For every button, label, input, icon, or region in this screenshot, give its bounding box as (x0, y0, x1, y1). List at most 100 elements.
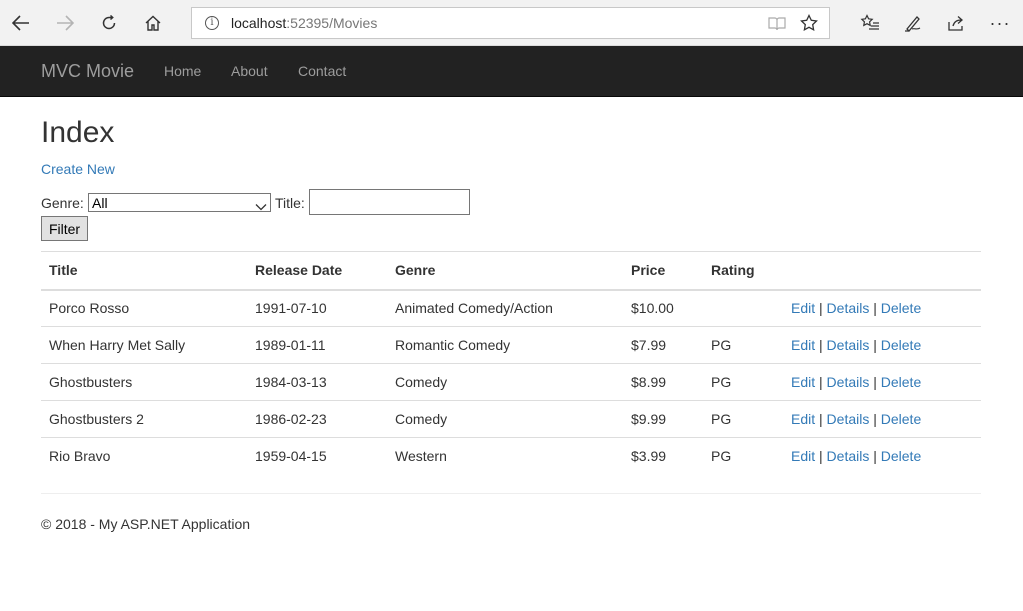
cell-genre: Animated Comedy/Action (387, 289, 623, 327)
cell-actions: Edit | Details | Delete (783, 400, 981, 438)
cell-actions: Edit | Details | Delete (783, 438, 981, 475)
separator: | (819, 374, 823, 390)
details-link[interactable]: Details (827, 374, 870, 390)
cell-rating (703, 289, 783, 327)
cell-actions: Edit | Details | Delete (783, 326, 981, 364)
details-link[interactable]: Details (827, 448, 870, 464)
edit-link[interactable]: Edit (791, 300, 815, 316)
details-link[interactable]: Details (827, 411, 870, 427)
cell-price: $10.00 (623, 289, 703, 327)
cell-title: Ghostbusters (41, 363, 247, 401)
delete-link[interactable]: Delete (881, 411, 921, 427)
column-header-title[interactable]: Title (41, 251, 247, 291)
column-header-genre[interactable]: Genre (387, 251, 623, 291)
delete-link[interactable]: Delete (881, 300, 921, 316)
address-host: localhost (231, 15, 287, 31)
browser-toolbar: i localhost:52395/Movies ··· (0, 0, 1023, 46)
cell-rating: PG (703, 363, 783, 401)
column-header-release-date[interactable]: Release Date (247, 251, 387, 291)
cell-actions: Edit | Details | Delete (783, 363, 981, 401)
table-row: When Harry Met Sally 1989-01-11 Romantic… (41, 326, 981, 364)
cell-genre: Comedy (387, 363, 623, 401)
chevron-down-icon (255, 198, 267, 214)
footer-divider (41, 493, 981, 494)
edit-link[interactable]: Edit (791, 448, 815, 464)
nav-link-home[interactable]: Home (164, 63, 201, 79)
cell-title: Rio Bravo (49, 448, 111, 465)
share-icon[interactable] (944, 11, 968, 35)
separator: | (873, 448, 877, 465)
cell-genre: Comedy (387, 400, 623, 438)
details-link[interactable]: Details (827, 300, 870, 316)
footer-copyright: © 2018 - My ASP.NET Application (41, 516, 251, 532)
nav-link-about[interactable]: About (231, 63, 268, 79)
page-title: Index (41, 116, 115, 149)
table-row: Ghostbusters 1984-03-13 Comedy $8.99 PG … (41, 363, 981, 401)
address-url[interactable]: localhost:52395/Movies (231, 15, 377, 32)
column-header-actions (783, 251, 981, 291)
home-icon[interactable] (139, 9, 167, 37)
cell-rating: PG (703, 400, 783, 438)
cell-price: $9.99 (623, 400, 703, 438)
cell-genre: Romantic Comedy (387, 326, 623, 364)
nav-link-contact[interactable]: Contact (298, 63, 346, 79)
delete-link[interactable]: Delete (881, 337, 921, 353)
cell-release-date: 1986-02-23 (247, 400, 387, 438)
separator: | (873, 337, 877, 353)
table-row: Ghostbusters 2 1986-02-23 Comedy $9.99 P… (41, 400, 981, 438)
address-bar[interactable]: i localhost:52395/Movies (191, 7, 830, 39)
table-header-row: Title Release Date Genre Price Rating (41, 251, 981, 291)
separator: | (873, 300, 877, 317)
cell-release-date: 1989-01-11 (247, 326, 387, 364)
cell-release-date: 1984-03-13 (247, 363, 387, 401)
cell-release-date: 1991-07-10 (247, 289, 387, 327)
brand-link[interactable]: MVC Movie (41, 61, 134, 81)
separator: | (819, 448, 823, 465)
separator: | (873, 374, 877, 390)
cell-price: $8.99 (623, 363, 703, 401)
cell-rating: PG (711, 448, 732, 465)
edit-link[interactable]: Edit (791, 411, 815, 427)
movies-table: Title Release Date Genre Price Rating Po… (41, 251, 981, 475)
genre-label: Genre: (41, 195, 84, 211)
edit-link[interactable]: Edit (791, 337, 815, 353)
cell-genre: Western (395, 448, 447, 465)
back-arrow-icon[interactable] (7, 9, 35, 37)
more-dots-icon[interactable]: ··· (988, 11, 1012, 35)
column-header-rating[interactable]: Rating (703, 251, 783, 291)
address-path: :52395/Movies (286, 15, 378, 31)
cell-title: Ghostbusters 2 (41, 400, 247, 438)
create-new-link[interactable]: Create New (41, 161, 115, 177)
cell-release-date: 1959-04-15 (255, 448, 327, 465)
pen-icon[interactable] (901, 11, 925, 35)
genre-selected-value: All (92, 195, 108, 211)
separator: | (819, 337, 823, 353)
cell-price: $3.99 (631, 448, 667, 465)
book-icon[interactable] (768, 16, 786, 34)
title-input[interactable] (309, 189, 470, 215)
separator: | (819, 411, 823, 427)
title-label: Title: (275, 195, 305, 211)
info-icon[interactable]: i (205, 16, 219, 30)
column-header-price[interactable]: Price (623, 251, 703, 291)
forward-arrow-icon[interactable] (51, 9, 79, 37)
cell-rating: PG (703, 326, 783, 364)
site-navbar: MVC Movie Home About Contact (0, 46, 1023, 97)
star-icon[interactable] (800, 13, 818, 35)
cell-title: When Harry Met Sally (41, 326, 247, 364)
table-row: Rio Bravo 1959-04-15 Western $3.99 PG Ed… (41, 438, 981, 475)
table-row: Porco Rosso 1991-07-10 Animated Comedy/A… (41, 289, 981, 327)
refresh-icon[interactable] (95, 9, 123, 37)
details-link[interactable]: Details (827, 337, 870, 353)
edit-link[interactable]: Edit (791, 374, 815, 390)
favorites-list-icon[interactable] (858, 11, 882, 35)
cell-price: $7.99 (623, 326, 703, 364)
cell-actions: Edit | Details | Delete (783, 289, 981, 327)
filter-button[interactable]: Filter (41, 216, 88, 241)
delete-link[interactable]: Delete (881, 374, 921, 390)
genre-select[interactable]: All (88, 193, 271, 212)
separator: | (873, 411, 877, 427)
cell-title: Porco Rosso (41, 289, 247, 327)
delete-link[interactable]: Delete (881, 448, 921, 464)
separator: | (819, 300, 823, 317)
